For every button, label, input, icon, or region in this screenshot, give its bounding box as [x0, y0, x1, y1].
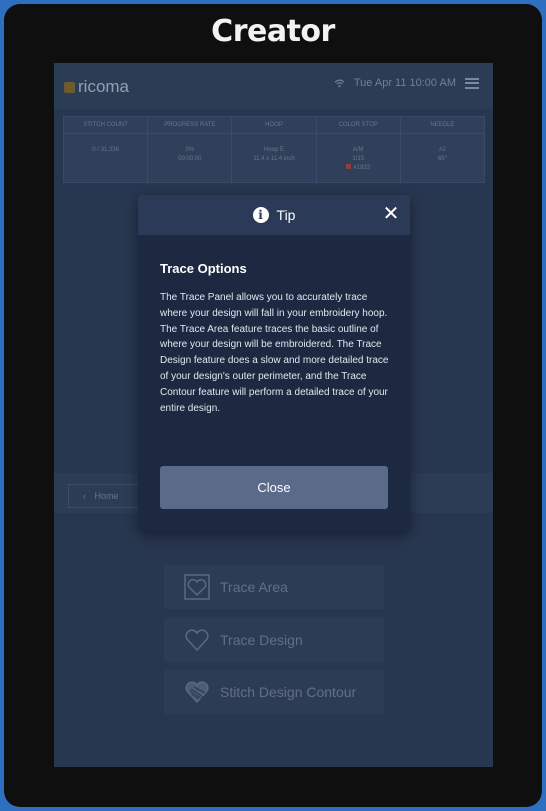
- close-button[interactable]: Close: [160, 466, 388, 509]
- close-icon[interactable]: ✕: [382, 204, 400, 224]
- brand-title: Creator: [211, 14, 335, 49]
- dialog-header: i Tip ✕: [138, 195, 410, 235]
- info-icon: i: [252, 207, 269, 223]
- tip-dialog: i Tip ✕ Trace Options The Trace Panel al…: [138, 195, 410, 531]
- dialog-body: The Trace Panel allows you to accurately…: [160, 292, 389, 414]
- dialog-heading: Trace Options: [160, 261, 247, 276]
- dialog-title: Tip: [276, 207, 296, 223]
